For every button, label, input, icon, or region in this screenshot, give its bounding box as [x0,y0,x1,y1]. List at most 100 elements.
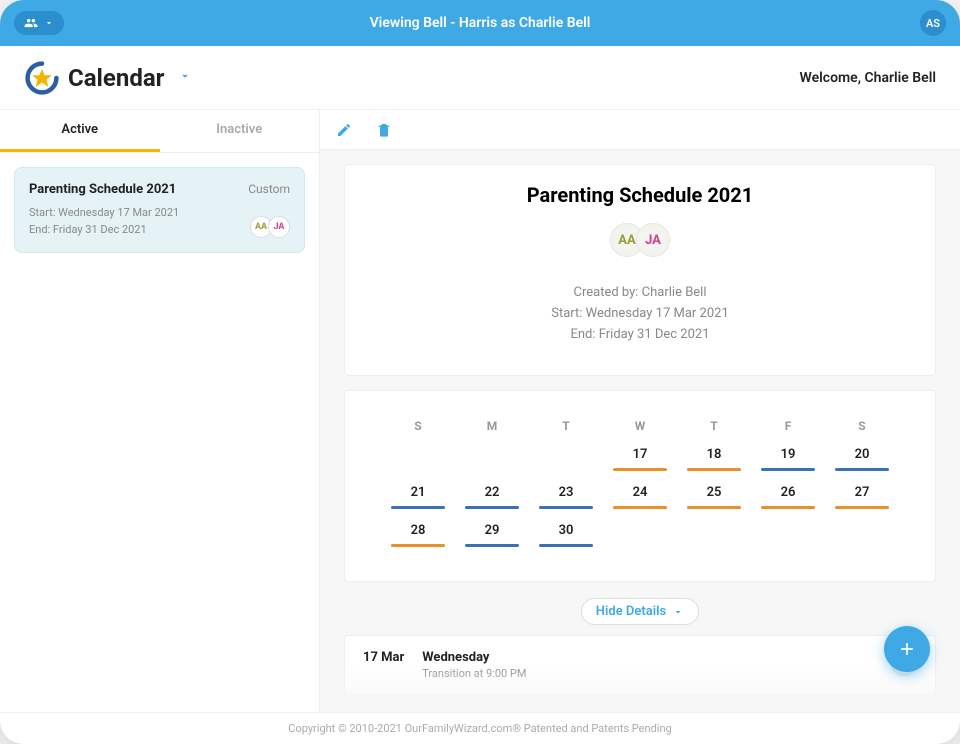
calendar-day-number: 24 [633,485,648,500]
calendar-cell[interactable]: 24 [603,485,677,509]
calendar-cell[interactable]: 18 [677,447,751,471]
schedule-detail-card: Parenting Schedule 2021 AA JA Created by… [344,164,936,376]
calendar-day-header: M [455,419,529,433]
calendar-day-number: 19 [781,447,796,462]
calendar-day-bar [835,506,889,509]
calendar-cell[interactable]: 30 [529,523,603,547]
calendar-cell[interactable]: 29 [455,523,529,547]
calendar-day-number: 18 [707,447,722,462]
edit-icon[interactable] [336,122,352,138]
footer: Copyright © 2010-2021 OurFamilyWizard.co… [0,712,960,744]
detail-start: Start: Wednesday 17 Mar 2021 [345,304,935,325]
schedule-card-type: Custom [248,182,290,197]
calendar-day-header: F [751,419,825,433]
calendar-day-bar [613,468,667,471]
calendar-day-bar [761,468,815,471]
calendar-day-number: 23 [559,485,574,500]
schedule-card-start: Start: Wednesday 17 Mar 2021 [29,205,179,222]
hide-details-label: Hide Details [596,604,666,619]
calendar-day-number: 28 [411,523,426,538]
people-icon [24,16,38,30]
calendar-cell[interactable]: 17 [603,447,677,471]
calendar-cell[interactable]: 28 [381,523,455,547]
calendar-cell[interactable]: 19 [751,447,825,471]
delete-icon[interactable] [376,122,392,138]
calendar-day-number: 29 [485,523,500,538]
body: Active Inactive Parenting Schedule 2021 … [0,110,960,712]
event-date: 17 Mar [363,650,404,665]
calendar-cell: 0 [751,523,825,547]
calendar-day-bar [687,468,741,471]
toolbar [320,110,960,150]
calendar-cell[interactable]: 25 [677,485,751,509]
add-fab[interactable] [884,626,930,672]
logo-icon [24,60,60,96]
calendar-day-bar [539,506,593,509]
detail-badge-ja: JA [636,223,670,257]
calendar-cell[interactable]: 21 [381,485,455,509]
calendar-day-bar [465,506,519,509]
calendar-day-bar [835,468,889,471]
calendar-day-number: 17 [633,447,648,462]
calendar-cell: 0 [381,447,455,471]
calendar-header: SMTWTFS [381,419,899,433]
people-dropdown[interactable] [14,11,64,35]
sidebar-tabs: Active Inactive [0,110,319,153]
calendar-cell[interactable]: 22 [455,485,529,509]
schedule-card-end: End: Friday 31 Dec 2021 [29,222,179,239]
calendar-day-header: T [677,419,751,433]
calendar-day-number: 20 [855,447,870,462]
child-badge-ja: JA [268,216,290,238]
schedule-card-badges: AA JA [254,216,290,238]
calendar-day-header: S [825,419,899,433]
page-title: Calendar [68,64,164,92]
calendar-day-header: W [603,419,677,433]
main: Parenting Schedule 2021 AA JA Created by… [320,110,960,712]
calendar-day-header: S [381,419,455,433]
calendar-card: SMTWTFS 00017181920212223242526272829300… [344,390,936,582]
calendar-row: 2829300000 [381,523,899,547]
calendar-cell: 0 [529,447,603,471]
tab-inactive[interactable]: Inactive [160,110,320,152]
sidebar: Active Inactive Parenting Schedule 2021 … [0,110,320,712]
detail-created: Created by: Charlie Bell [345,283,935,304]
welcome-text: Welcome, Charlie Bell [800,70,936,86]
calendar-cell[interactable]: 26 [751,485,825,509]
calendar-cell[interactable]: 20 [825,447,899,471]
calendar-day-bar [539,544,593,547]
schedule-card-title: Parenting Schedule 2021 [29,182,176,197]
chevron-down-icon [44,18,54,28]
detail-title: Parenting Schedule 2021 [345,183,935,207]
header: Calendar Welcome, Charlie Bell [0,46,960,110]
app-window: Viewing Bell - Harris as Charlie Bell AS… [0,0,960,744]
tab-active[interactable]: Active [0,110,160,152]
topbar: Viewing Bell - Harris as Charlie Bell AS [0,0,960,46]
calendar-day-bar [687,506,741,509]
chevron-down-icon [672,606,684,618]
calendar-day-header: T [529,419,603,433]
topbar-title: Viewing Bell - Harris as Charlie Bell [370,15,591,31]
event-day: Wednesday [422,650,873,665]
calendar-row: 21 22 23 24 25 26 27 [381,485,899,509]
chevron-down-icon [178,69,192,83]
plus-icon [897,639,917,659]
detail-end: End: Friday 31 Dec 2021 [345,325,935,346]
user-avatar[interactable]: AS [920,10,946,36]
calendar-day-bar [613,506,667,509]
hide-details-button[interactable]: Hide Details [581,598,699,625]
calendar-cell[interactable]: 27 [825,485,899,509]
calendar-day-number: 22 [485,485,500,500]
calendar-cell: 0 [677,523,751,547]
calendar-cell[interactable]: 23 [529,485,603,509]
schedule-card[interactable]: Parenting Schedule 2021 Custom Start: We… [14,167,305,253]
calendar-day-bar [391,506,445,509]
page-dropdown[interactable] [178,68,192,87]
event-card[interactable]: 17 Mar Wednesday Transition at 9:00 PM C… [344,635,936,695]
event-transition: Transition at 9:00 PM [422,667,873,680]
calendar-cell: 0 [825,523,899,547]
detail-badges: AA JA [345,223,935,257]
calendar-day-bar [465,544,519,547]
calendar-day-number: 30 [559,523,574,538]
calendar-day-number: 26 [781,485,796,500]
calendar-day-number: 25 [707,485,722,500]
